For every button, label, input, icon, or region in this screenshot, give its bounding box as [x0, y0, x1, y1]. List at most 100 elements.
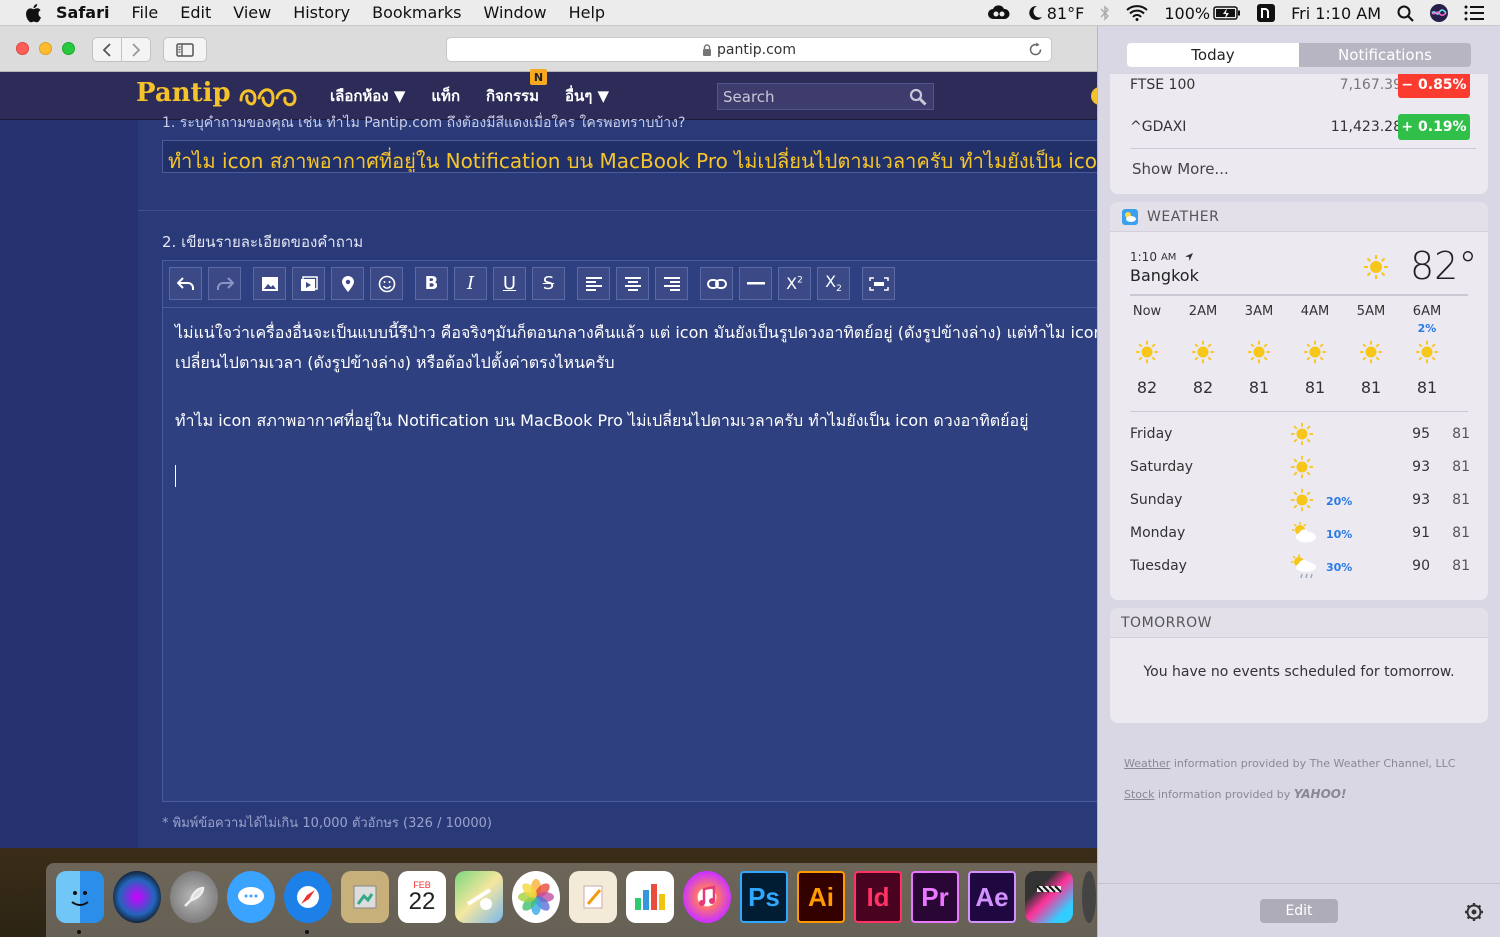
menu-file[interactable]: File	[131, 3, 158, 22]
edit-widgets-button[interactable]: Edit	[1260, 899, 1338, 923]
siri-icon[interactable]	[1430, 4, 1448, 22]
stock-row[interactable]: ^GDAXI 11,423.28 + 0.19%	[1130, 112, 1470, 142]
after-effects-icon[interactable]: Ae	[968, 871, 1016, 923]
apple-icon[interactable]	[24, 3, 42, 23]
menubar-temp: 81°F	[1046, 3, 1085, 23]
menubar-weather[interactable]: 81°F	[1027, 3, 1085, 23]
bold-button[interactable]: B	[415, 267, 448, 300]
stock-change-badge[interactable]: − 0.85%	[1398, 74, 1470, 98]
weather-current-temp: 82°	[1410, 244, 1478, 288]
day-precip: 30%	[1326, 561, 1353, 574]
launchpad-icon[interactable]	[170, 871, 218, 923]
align-right-button[interactable]	[655, 267, 688, 300]
minimize-window-button[interactable]	[39, 42, 52, 55]
safari-app-icon[interactable]	[284, 871, 332, 923]
undo-button[interactable]	[169, 267, 202, 300]
hour-temp: 81	[1248, 378, 1270, 397]
menu-edit[interactable]: Edit	[180, 3, 211, 22]
indesign-icon[interactable]: Id	[854, 871, 902, 923]
menu-view[interactable]: View	[233, 3, 271, 22]
close-window-button[interactable]	[16, 42, 29, 55]
menu-app-name[interactable]: Safari	[56, 3, 109, 22]
strikethrough-button[interactable]: S	[532, 267, 565, 300]
dock-app-partial-icon[interactable]	[1082, 871, 1096, 923]
pages-icon[interactable]	[569, 871, 617, 923]
show-more-link[interactable]: Show More...	[1132, 160, 1229, 178]
chevron-right-icon	[132, 42, 141, 57]
hour-precip: 2%	[1417, 322, 1437, 335]
chevron-left-icon	[102, 42, 111, 57]
battery-percent: 100%	[1164, 3, 1211, 23]
nav-tags[interactable]: แท็ก	[431, 84, 460, 108]
menu-bookmarks[interactable]: Bookmarks	[372, 3, 461, 22]
wifi-icon[interactable]	[1126, 5, 1148, 21]
photos-icon[interactable]	[512, 871, 560, 923]
rich-text-editor[interactable]: B I U S X2 X2 ไม่แน่ใจว่าเครื่องอื่นจะเป…	[162, 260, 1100, 802]
italic-button[interactable]: I	[454, 267, 487, 300]
nav-activities-label: กิจกรรม	[486, 87, 539, 105]
align-left-button[interactable]	[577, 267, 610, 300]
tab-today[interactable]: Today	[1127, 43, 1299, 67]
messages-icon[interactable]	[227, 871, 275, 923]
menu-history[interactable]: History	[293, 3, 350, 22]
underline-button[interactable]: U	[493, 267, 526, 300]
itunes-icon[interactable]	[683, 871, 731, 923]
premiere-icon[interactable]: Pr	[911, 871, 959, 923]
forward-button[interactable]	[121, 37, 151, 62]
section-divider	[138, 210, 1100, 211]
menu-window[interactable]: Window	[484, 3, 547, 22]
pantip-logo[interactable]: Pantip	[136, 78, 299, 108]
post-form: 1. ระบุคำถามของคุณ เช่น ทำไม Pantip.com …	[138, 115, 1100, 848]
align-center-button[interactable]	[616, 267, 649, 300]
notification-center-icon[interactable]	[1464, 5, 1484, 21]
horizontal-rule-button[interactable]	[739, 267, 772, 300]
calendar-icon[interactable]: FEB 22	[398, 871, 446, 923]
creative-cloud-icon[interactable]	[987, 5, 1011, 21]
weather-time: 1:10 AM	[1130, 250, 1194, 264]
preview-icon[interactable]	[341, 871, 389, 923]
spotlight-icon[interactable]	[1397, 5, 1414, 22]
pantip-search-input[interactable]: Search	[717, 83, 934, 110]
numbers-icon[interactable]	[626, 871, 674, 923]
zoom-window-button[interactable]	[62, 42, 75, 55]
insert-link-button[interactable]	[700, 267, 733, 300]
sidebar-toggle-button[interactable]	[163, 37, 207, 62]
finder-icon[interactable]	[56, 871, 104, 923]
final-cut-pro-icon[interactable]	[1025, 871, 1073, 923]
redo-button[interactable]	[208, 267, 241, 300]
menubar-clock[interactable]: Fri 1:10 AM	[1291, 4, 1381, 23]
menu-help[interactable]: Help	[569, 3, 605, 22]
weather-widget-header: WEATHER	[1110, 202, 1488, 232]
tab-notifications[interactable]: Notifications	[1299, 43, 1471, 67]
photoshop-icon[interactable]: Ps	[740, 871, 788, 923]
stock-row[interactable]: FTSE 100 7,167.39 − 0.85%	[1130, 74, 1470, 100]
sun-icon	[1247, 340, 1271, 364]
insert-emoji-button[interactable]	[370, 267, 403, 300]
question-title-input[interactable]: ทำไม icon สภาพอากาศที่อยู่ใน Notificatio…	[162, 140, 1100, 173]
maps-icon[interactable]	[455, 871, 503, 923]
stock-credit-link[interactable]: Stock	[1124, 788, 1154, 801]
bluetooth-icon[interactable]	[1100, 5, 1110, 21]
back-button[interactable]	[92, 37, 122, 62]
siri-app-icon[interactable]	[113, 871, 161, 923]
sun-icon	[1290, 488, 1314, 512]
insert-image-button[interactable]	[253, 267, 286, 300]
battery-status[interactable]: 100%	[1164, 4, 1241, 23]
weather-credit-link[interactable]: Weather	[1124, 757, 1170, 770]
weather-widget[interactable]: WEATHER 1:10 AM Bangkok 82° Now 82 2AM 8…	[1110, 202, 1488, 600]
nav-activities[interactable]: กิจกรรม N	[486, 69, 548, 108]
insert-video-button[interactable]	[292, 267, 325, 300]
superscript-button[interactable]: X2	[778, 267, 811, 300]
gear-icon[interactable]	[1464, 902, 1484, 922]
superscript-icon: X2	[786, 274, 803, 293]
app-n-icon[interactable]	[1257, 4, 1276, 22]
nav-choose-room[interactable]: เลือกห้อง ▼	[330, 84, 405, 108]
address-bar[interactable]: pantip.com	[446, 37, 1052, 62]
nav-more[interactable]: อื่นๆ ▼	[565, 84, 609, 108]
stock-change-badge[interactable]: + 0.19%	[1398, 114, 1470, 140]
spoiler-button[interactable]	[862, 267, 895, 300]
illustrator-icon[interactable]: Ai	[797, 871, 845, 923]
insert-map-button[interactable]	[331, 267, 364, 300]
subscript-button[interactable]: X2	[817, 267, 850, 300]
italic-icon: I	[466, 273, 475, 294]
